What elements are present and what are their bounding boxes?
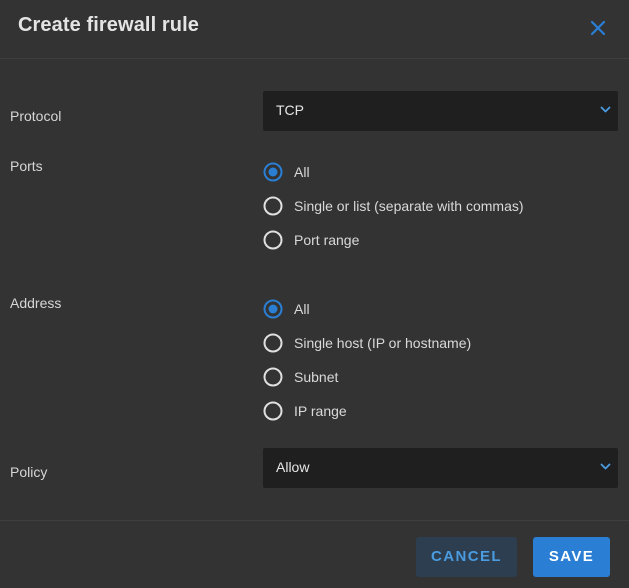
cancel-button[interactable]: CANCEL — [416, 537, 517, 577]
radio-unselected-icon — [263, 230, 283, 250]
close-button[interactable] — [587, 17, 609, 39]
radio-unselected-icon — [263, 367, 283, 387]
address-option-label: Subnet — [294, 369, 339, 385]
radio-unselected-icon — [263, 333, 283, 353]
dialog-footer: CANCEL SAVE — [0, 520, 629, 588]
radio-unselected-icon — [263, 401, 283, 421]
policy-select[interactable]: Allow — [263, 448, 618, 488]
radio-selected-icon — [263, 299, 283, 319]
ports-label: Ports — [10, 158, 43, 174]
ports-option-label: Single or list (separate with commas) — [294, 198, 524, 214]
save-button[interactable]: SAVE — [533, 537, 610, 577]
address-option-label: IP range — [294, 403, 347, 419]
ports-option-label: Port range — [294, 232, 360, 248]
protocol-select[interactable]: TCP — [263, 91, 618, 131]
policy-select-value: Allow — [276, 459, 310, 475]
chevron-down-icon — [600, 106, 611, 113]
radio-selected-icon — [263, 162, 283, 182]
dialog-title: Create firewall rule — [18, 14, 199, 36]
policy-label: Policy — [10, 464, 48, 480]
address-option-label: Single host (IP or hostname) — [294, 335, 472, 351]
close-icon — [590, 20, 606, 36]
chevron-down-icon — [600, 463, 611, 470]
radio-unselected-icon — [263, 196, 283, 216]
address-label: Address — [10, 295, 62, 311]
create-firewall-rule-dialog: Create firewall rule Protocol TCP Ports … — [0, 0, 629, 588]
protocol-label: Protocol — [10, 108, 62, 124]
address-option-label: All — [294, 301, 310, 317]
dialog-header: Create firewall rule — [0, 0, 629, 59]
ports-option-label: All — [294, 164, 310, 180]
protocol-select-value: TCP — [276, 102, 304, 118]
